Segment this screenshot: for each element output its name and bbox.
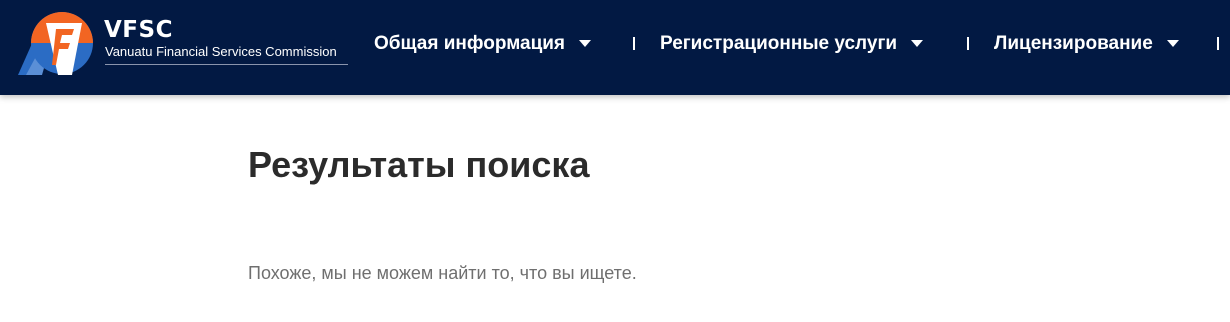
nav-divider (1217, 37, 1219, 50)
page-title: Результаты поиска (248, 144, 590, 185)
nav-item-label: Общая информация (374, 33, 566, 54)
nav-item-licensing[interactable]: Лицензирование (994, 31, 1179, 57)
brand-subtitle[interactable]: Vanuatu Financial Services Commission (105, 44, 337, 59)
chevron-down-icon (579, 40, 592, 47)
chevron-down-icon (911, 40, 924, 47)
nav-item-general-info[interactable]: Общая информация (374, 31, 592, 57)
vfsc-logo-icon[interactable] (12, 9, 98, 79)
nav-divider (967, 37, 969, 50)
nav-divider (633, 37, 635, 50)
nav-item-label: Регистрационные услуги (660, 33, 898, 54)
brand-underline (105, 64, 348, 65)
brand-title[interactable]: VFSC (104, 17, 173, 43)
nav-item-label: Лицензирование (994, 33, 1153, 54)
chevron-down-icon (1166, 40, 1179, 47)
no-results-message: Похоже, мы не можем найти то, что вы ище… (248, 263, 637, 283)
nav-item-registration-services[interactable]: Регистрационные услуги (660, 31, 924, 57)
site-header: VFSC Vanuatu Financial Services Commissi… (0, 0, 1230, 95)
